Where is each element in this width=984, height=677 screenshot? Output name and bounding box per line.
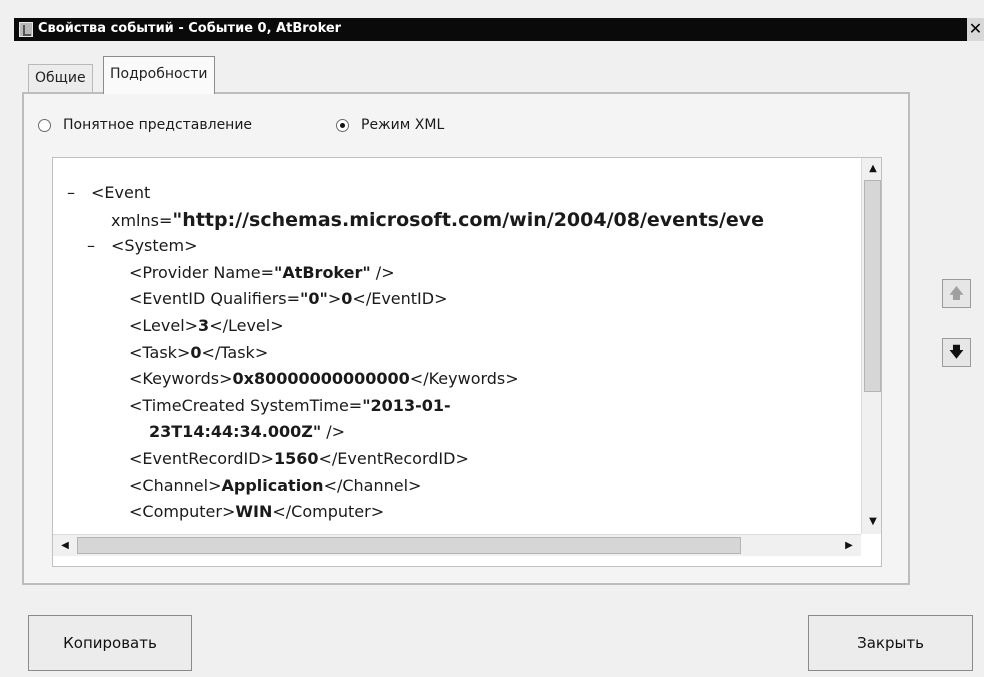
xml-line: – <Event [53, 180, 861, 207]
title-bar: Свойства событий - Событие 0, AtBroker ✕ [14, 18, 984, 41]
radio-friendly-view[interactable]: Понятное представление [38, 117, 252, 133]
previous-event-button[interactable]: 🡅 [942, 279, 971, 308]
scroll-down-icon[interactable]: ▼ [863, 513, 881, 531]
radio-button-xml[interactable] [336, 118, 349, 132]
xml-tag: <Provider Name= [129, 262, 274, 282]
xml-tag: <Channel> [129, 475, 222, 495]
horizontal-scrollbar[interactable]: ◀ ▶ [53, 534, 861, 556]
xml-line: <Channel>Application</Channel> [53, 473, 861, 500]
xml-value: Application [221, 475, 324, 495]
xml-tag: /> [321, 422, 346, 442]
arrow-down-icon: 🡇 [948, 343, 965, 361]
xml-tag: <Computer> [129, 502, 236, 522]
xml-tag: <Keywords> [129, 369, 233, 389]
radio-button-friendly[interactable] [38, 118, 51, 132]
copy-button[interactable]: Копировать [28, 615, 192, 671]
xml-value: "AtBroker" [273, 262, 371, 282]
xml-attr-value: "http://schemas.microsoft.com/win/2004/0… [172, 208, 765, 231]
xml-tag: /> [370, 262, 395, 282]
xml-line: <Provider Name="AtBroker" /> [53, 260, 861, 287]
xml-line: 23T14:44:34.000Z" /> [53, 419, 861, 446]
radio-label-xml: Режим XML [361, 117, 445, 133]
xml-line: xmlns="http://schemas.microsoft.com/win/… [53, 207, 861, 234]
xml-tag: <TimeCreated SystemTime= [129, 395, 363, 415]
xml-line: – <System> [53, 233, 861, 260]
xml-tag: </Computer> [272, 502, 385, 522]
tab-details[interactable]: Подробности [103, 56, 215, 94]
scroll-up-icon[interactable]: ▲ [863, 160, 881, 178]
close-button[interactable]: Закрыть [808, 615, 973, 671]
tab-general[interactable]: Общие [28, 64, 93, 92]
xml-tag: <EventID Qualifiers= [129, 289, 301, 309]
xml-value: 0 [190, 342, 202, 362]
xml-tag: <Task> [129, 342, 191, 362]
xml-value: "2013-01- [362, 395, 451, 415]
next-event-button[interactable]: 🡇 [942, 338, 971, 367]
event-properties-dialog: Свойства событий - Событие 0, AtBroker ✕… [0, 0, 984, 677]
xml-line: <EventRecordID>1560</EventRecordID> [53, 446, 861, 473]
xml-line: <Level>3</Level> [53, 313, 861, 340]
vertical-scroll-thumb[interactable] [864, 180, 881, 392]
xml-tag: <System> [111, 236, 198, 256]
xml-tag: > [327, 289, 342, 309]
radio-label-friendly: Понятное представление [63, 117, 253, 133]
xml-tag: <EventRecordID> [129, 448, 274, 468]
xml-tag: <Event [91, 183, 151, 202]
window-title: Свойства событий - Событие 0, AtBroker [38, 21, 342, 36]
xml-line: <EventID Qualifiers="0">0</EventID> [53, 286, 861, 313]
scroll-left-icon[interactable]: ◀ [55, 537, 75, 555]
collapse-toggle[interactable]: – [87, 233, 111, 260]
horizontal-scroll-thumb[interactable] [77, 537, 741, 554]
xml-viewer[interactable]: – <Event xmlns="http://schemas.microsoft.… [52, 157, 882, 567]
xml-tag: </Keywords> [409, 369, 519, 389]
xml-line: <Keywords>0x80000000000000</Keywords> [53, 366, 861, 393]
vertical-scrollbar[interactable]: ▲ ▼ [861, 158, 881, 534]
arrow-up-icon: 🡅 [948, 284, 965, 302]
xml-line: <Computer>WIN</Computer> [53, 499, 861, 526]
xml-tag: </Task> [201, 342, 269, 362]
xml-tag: </EventID> [352, 289, 448, 309]
xml-value: "0" [300, 289, 328, 309]
xml-value: 0 [341, 289, 353, 309]
xml-value: WIN [235, 502, 273, 522]
xml-line: <TimeCreated SystemTime="2013-01- [53, 393, 861, 420]
radio-xml-view[interactable]: Режим XML [336, 117, 444, 133]
xml-value: 0x80000000000000 [232, 369, 410, 389]
xml-tag: </Channel> [323, 475, 422, 495]
xml-tag: </EventRecordID> [318, 448, 469, 468]
event-viewer-icon [19, 22, 33, 37]
close-icon[interactable]: ✕ [967, 18, 984, 41]
xml-content: – <Event xmlns="http://schemas.microsoft.… [53, 158, 861, 534]
xml-tag: <Level> [129, 315, 199, 335]
xml-line: <Task>0</Task> [53, 340, 861, 367]
scroll-right-icon[interactable]: ▶ [839, 537, 859, 555]
xml-attr: xmlns= [111, 210, 173, 230]
xml-value: 3 [198, 315, 210, 335]
xml-tag: </Level> [209, 315, 284, 335]
xml-value: 23T14:44:34.000Z" [149, 422, 322, 442]
xml-value: 1560 [273, 448, 319, 468]
collapse-toggle[interactable]: – [67, 180, 91, 207]
